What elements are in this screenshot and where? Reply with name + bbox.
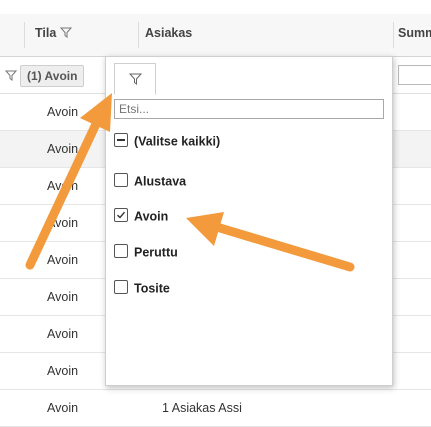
- checkbox-icon: [114, 280, 128, 294]
- option-avoin[interactable]: Avoin: [114, 206, 168, 226]
- checkbox-icon: [114, 244, 128, 258]
- filter-search-input[interactable]: [114, 99, 384, 119]
- checked-checkbox-icon: [114, 208, 128, 222]
- cell-tila: Avoin: [47, 253, 79, 267]
- filter-funnel-icon[interactable]: [59, 15, 72, 53]
- column-header-summa[interactable]: Summ: [398, 14, 431, 56]
- column-separator: [393, 22, 394, 48]
- cell-asiakas: 1 Asiakas Assi: [162, 401, 242, 415]
- cell-tila: Avoin: [47, 401, 79, 415]
- cell-tila: Avoin: [47, 327, 79, 341]
- filter-popup: (Valitse kaikki) Alustava Avoin Peruttu …: [105, 56, 393, 386]
- filter-funnel-icon[interactable]: [4, 69, 18, 84]
- filter-funnel-icon: [128, 73, 142, 88]
- option-alustava[interactable]: Alustava: [114, 171, 186, 191]
- grid-header: Tila Asiakas Summ: [0, 14, 431, 57]
- cell-tila: Avoin: [47, 105, 79, 119]
- option-tosite[interactable]: Tosite: [114, 278, 170, 298]
- cell-tila: Avoin: [47, 290, 79, 304]
- column-header-tila[interactable]: Tila: [35, 14, 72, 56]
- filter-popup-tab[interactable]: [114, 63, 156, 95]
- table-row[interactable]: Avoin 1 Asiakas Assi: [0, 390, 431, 427]
- tila-filter-chip[interactable]: (1) Avoin: [20, 65, 85, 87]
- data-grid: Tila Asiakas Summ (1) Avoin Avoin Avoin …: [0, 0, 431, 427]
- cell-tila: Avoin: [47, 142, 79, 156]
- column-header-asiakas[interactable]: Asiakas: [145, 14, 192, 56]
- checkbox-icon: [114, 173, 128, 187]
- cell-tila: Avoin: [47, 216, 79, 230]
- option-peruttu[interactable]: Peruttu: [114, 242, 178, 262]
- column-separator: [24, 22, 25, 48]
- cell-tila: Avoin: [47, 364, 79, 378]
- column-separator: [138, 22, 139, 48]
- indeterminate-checkbox-icon: [114, 133, 128, 147]
- select-all-checkbox[interactable]: (Valitse kaikki): [114, 131, 220, 151]
- cell-tila: Avoin: [47, 179, 79, 193]
- summa-filter-input[interactable]: [398, 65, 431, 85]
